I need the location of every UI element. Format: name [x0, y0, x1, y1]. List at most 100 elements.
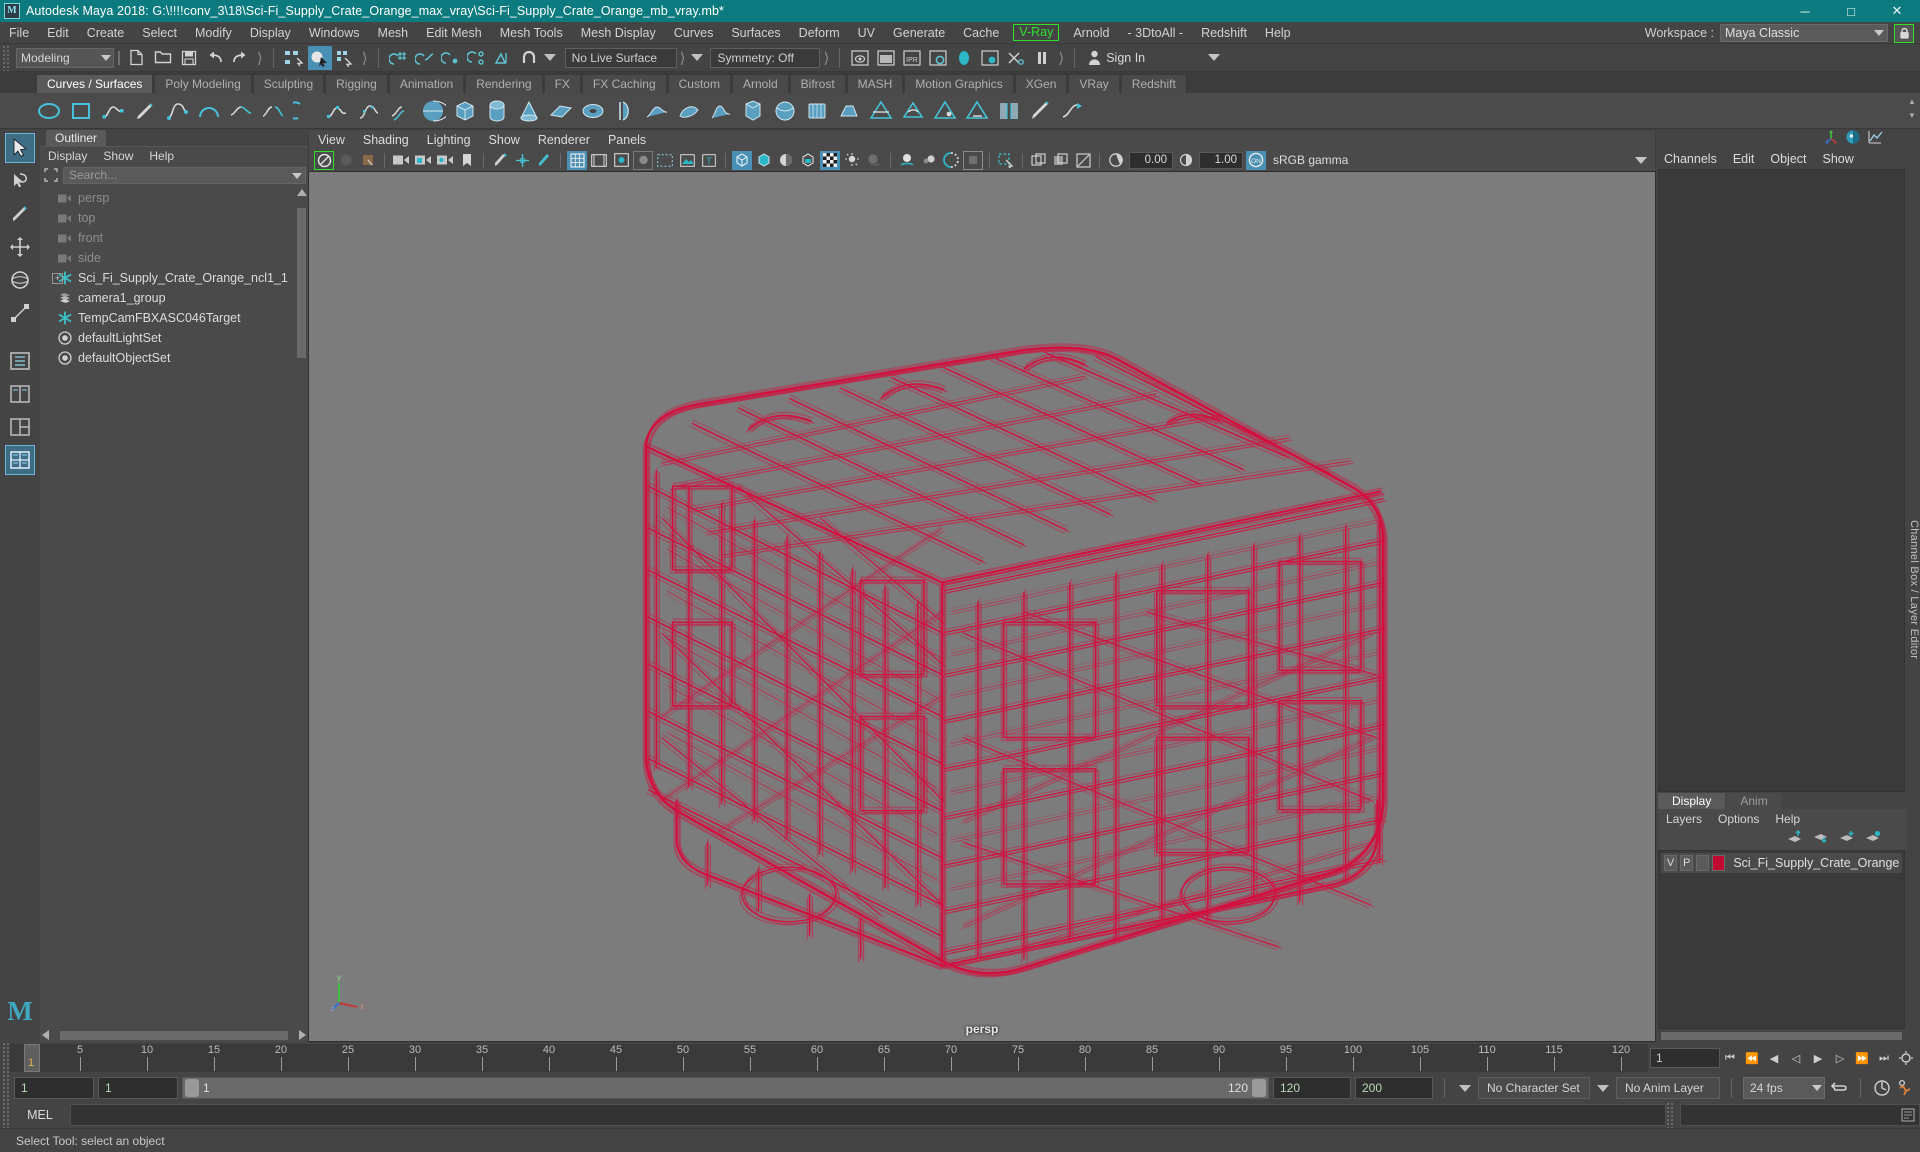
birail-surface-icon[interactable]	[740, 98, 766, 124]
viewport-menu-panels[interactable]: Panels	[599, 133, 655, 147]
select-by-component-type-button[interactable]	[334, 46, 358, 70]
step-back-frame-button[interactable]: ◀	[1764, 1048, 1784, 1068]
shelf-tab-redshift[interactable]: Redshift	[1120, 74, 1187, 93]
gamma-field[interactable]: 1.00	[1199, 151, 1243, 169]
animation-end-field[interactable]: 200	[1355, 1077, 1433, 1099]
menu-uv[interactable]: UV	[849, 22, 884, 44]
grease-pencil-icon[interactable]	[490, 151, 510, 170]
channelbox-menu-edit[interactable]: Edit	[1725, 152, 1763, 166]
menu-redshift[interactable]: Redshift	[1192, 22, 1256, 44]
wireframe-shading-icon[interactable]	[732, 150, 752, 170]
grid-toggle-icon[interactable]	[567, 150, 587, 170]
chevron-down-icon[interactable]	[1635, 156, 1647, 164]
frame-selection-icon[interactable]	[42, 166, 60, 184]
menu-deform[interactable]: Deform	[790, 22, 849, 44]
step-forward-frame-button[interactable]: ▷	[1830, 1048, 1850, 1068]
manipulator-icon[interactable]	[512, 151, 532, 170]
rangeslider-grip[interactable]	[2, 1074, 10, 1102]
outliner-item-crate[interactable]: + Sci_Fi_Supply_Crate_Orange_ncl1_1	[40, 268, 308, 288]
shelf-tab-arnold[interactable]: Arnold	[731, 74, 789, 93]
shelf-tab-curves-surfaces[interactable]: Curves / Surfaces	[36, 74, 154, 93]
menu-windows[interactable]: Windows	[300, 22, 369, 44]
commandline-grip-2[interactable]	[1666, 1102, 1674, 1128]
shelf-scroll-controls[interactable]: ▲ ▼	[1906, 95, 1918, 121]
chevron-down-icon[interactable]	[292, 172, 302, 179]
shelf-tab-poly-modeling[interactable]: Poly Modeling	[154, 74, 252, 93]
command-result-field[interactable]	[1680, 1104, 1920, 1126]
render-settings-button[interactable]	[926, 46, 950, 70]
image-plane-icon[interactable]	[677, 151, 697, 170]
shelf-tab-custom[interactable]: Custom	[667, 74, 731, 93]
scrollbar-thumb[interactable]	[297, 208, 306, 358]
channelbox-content[interactable]	[1658, 169, 1906, 792]
menu-help[interactable]: Help	[1256, 22, 1300, 44]
create-new-layer-icon[interactable]	[1839, 830, 1855, 849]
gamma-icon[interactable]	[1176, 151, 1196, 170]
viewport-3d[interactable]: y x z persp	[308, 171, 1656, 1042]
smooth-shade-all-icon[interactable]	[754, 151, 774, 170]
menu-mesh-display[interactable]: Mesh Display	[572, 22, 665, 44]
chevron-up-icon[interactable]: ▲	[1906, 95, 1918, 107]
playback-start-field[interactable]: 1	[98, 1077, 178, 1099]
layer-row[interactable]: V P Sci_Fi_Supply_Crate_Orange	[1661, 853, 1903, 873]
open-close-curve-icon[interactable]	[292, 98, 318, 124]
project-curve-icon[interactable]	[900, 98, 926, 124]
animation-preferences-button[interactable]	[1896, 1048, 1916, 1068]
select-camera-icon[interactable]	[314, 150, 334, 170]
outliner-menu-show[interactable]: Show	[95, 149, 141, 163]
outliner-tree[interactable]: persp top front side + Sci_Fi_Supply_Cra…	[40, 185, 308, 1028]
viewport-menu-shading[interactable]: Shading	[354, 133, 418, 147]
snap-to-curve-button[interactable]	[413, 46, 437, 70]
show-manipulator-icon[interactable]	[1823, 129, 1839, 150]
outliner-tab[interactable]: Outliner	[46, 130, 107, 146]
tab-anim-layers[interactable]: Anim	[1726, 793, 1782, 809]
bookmark-flag-icon[interactable]	[457, 151, 477, 170]
select-tool[interactable]	[5, 133, 35, 163]
menu-mesh[interactable]: Mesh	[369, 22, 418, 44]
menu-vray[interactable]: V-Ray	[1013, 24, 1060, 41]
scroll-right-icon[interactable]	[299, 1030, 306, 1040]
script-editor-icon[interactable]	[1901, 1108, 1915, 1122]
range-start-handle[interactable]	[185, 1079, 199, 1097]
ep-curve-tool-icon[interactable]	[100, 98, 126, 124]
menu-select[interactable]: Select	[133, 22, 186, 44]
intersect-surfaces-icon[interactable]	[868, 98, 894, 124]
detach-curves-icon[interactable]	[260, 98, 286, 124]
shade-wireframe-icon[interactable]	[776, 151, 796, 170]
outliner-search-input[interactable]: Search...	[63, 166, 306, 184]
offset-curve-icon[interactable]	[388, 98, 414, 124]
menu-curves[interactable]: Curves	[665, 22, 723, 44]
command-input[interactable]	[70, 1104, 1666, 1126]
outliner-item-tempcam[interactable]: TempCamFBXASC046Target	[40, 308, 308, 328]
rotate-tool[interactable]	[5, 265, 35, 295]
depth-of-field-icon[interactable]	[963, 150, 983, 170]
exposure-field[interactable]: 0.00	[1129, 151, 1173, 169]
render-current-frame-button[interactable]	[848, 46, 872, 70]
multisample-aa-icon[interactable]	[941, 151, 961, 170]
live-surface-field[interactable]: No Live Surface	[564, 47, 677, 68]
undo-button[interactable]	[203, 46, 227, 70]
time-slider-playhead[interactable]: 1	[24, 1044, 40, 1072]
new-scene-button[interactable]	[125, 46, 149, 70]
anim-layer-select[interactable]: No Anim Layer	[1616, 1077, 1720, 1099]
menuset-select[interactable]: Modeling	[16, 47, 114, 68]
loop-playback-button[interactable]	[1829, 1078, 1849, 1098]
minimize-button[interactable]: ─	[1782, 0, 1828, 22]
sculpt-geometry-icon[interactable]	[1028, 98, 1054, 124]
surface-fillet-icon[interactable]	[996, 98, 1022, 124]
outliner-vertical-scrollbar[interactable]	[297, 187, 307, 1026]
shelf-tab-mash[interactable]: MASH	[846, 74, 904, 93]
scrollbar-thumb[interactable]	[1661, 1031, 1903, 1040]
shelf-tab-rigging[interactable]: Rigging	[325, 74, 388, 93]
color-management-toggle-icon[interactable]: ON	[1246, 150, 1266, 170]
viewport-menu-lighting[interactable]: Lighting	[418, 133, 480, 147]
ipr-render-button[interactable]: IPR	[900, 46, 924, 70]
viewport-menu-view[interactable]: View	[309, 133, 354, 147]
nurbs-cone-icon[interactable]	[516, 98, 542, 124]
step-back-key-button[interactable]: ⏪	[1742, 1048, 1762, 1068]
playback-end-field[interactable]: 120	[1273, 1077, 1351, 1099]
pause-render-button[interactable]	[1030, 46, 1054, 70]
range-end-handle[interactable]	[1252, 1079, 1266, 1097]
layer-menu-layers[interactable]: Layers	[1658, 812, 1710, 826]
shelf-tab-sculpting[interactable]: Sculpting	[252, 74, 325, 93]
